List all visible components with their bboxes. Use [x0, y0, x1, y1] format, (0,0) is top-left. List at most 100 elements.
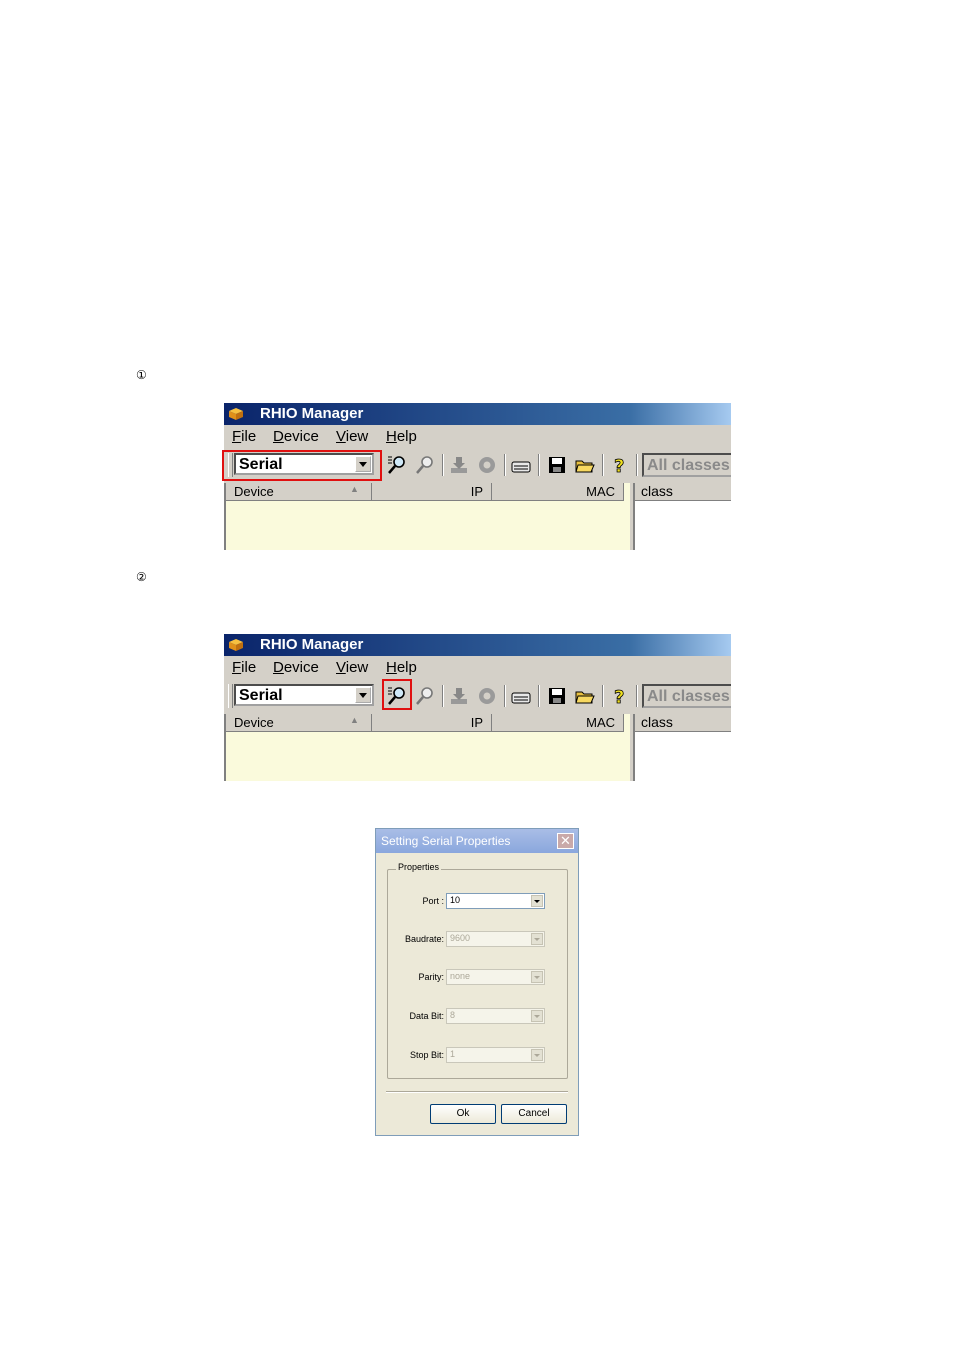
- find-icon[interactable]: [414, 454, 436, 476]
- column-header-device[interactable]: Device ▲: [226, 714, 372, 732]
- dialog-title: Setting Serial Properties: [381, 834, 511, 848]
- class-filter-combo[interactable]: All classes: [642, 684, 731, 708]
- class-filter-combo[interactable]: All classes: [642, 453, 731, 477]
- properties-group: Properties Port : 10 Baudrate: 9600 Pari…: [387, 862, 568, 1079]
- device-list[interactable]: Device ▲ IP MAC: [224, 714, 630, 781]
- properties-group-label: Properties: [396, 862, 442, 872]
- window-title: RHIO Manager: [260, 636, 364, 653]
- class-list[interactable]: class: [630, 483, 731, 550]
- parity-label: Parity:: [418, 972, 444, 982]
- svg-text:?: ?: [614, 687, 624, 707]
- rhio-manager-window-2: RHIO Manager File Device View Help Seria…: [224, 634, 731, 781]
- dialog-separator: [386, 1091, 568, 1093]
- column-header-mac[interactable]: MAC: [492, 714, 624, 732]
- highlight-connection-combo: [222, 450, 382, 481]
- toolbar-separator: [602, 454, 604, 476]
- parity-value: none: [450, 971, 471, 981]
- stop-bit-label: Stop Bit:: [409, 1050, 444, 1060]
- port-label: Port :: [422, 896, 444, 906]
- menu-device[interactable]: Device: [273, 428, 319, 445]
- menu-bar: File Device View Help: [224, 425, 731, 447]
- open-folder-icon[interactable]: [574, 685, 596, 707]
- data-bit-value: 8: [450, 1010, 456, 1020]
- column-header-device[interactable]: Device ▲: [226, 483, 372, 501]
- data-bit-label: Data Bit:: [409, 1011, 444, 1021]
- toolbar-separator: [442, 454, 444, 476]
- find-icon[interactable]: [414, 685, 436, 707]
- toolbar-separator: [636, 454, 638, 476]
- sort-up-icon: ▲: [350, 715, 359, 725]
- close-icon[interactable]: ✕: [557, 833, 574, 849]
- menu-help[interactable]: Help: [386, 428, 417, 445]
- class-filter-value: All classes: [647, 457, 730, 474]
- chevron-down-icon[interactable]: [531, 895, 543, 907]
- menu-view[interactable]: View: [336, 428, 368, 445]
- toolbar-grip[interactable]: [228, 684, 233, 708]
- column-header-ip[interactable]: IP: [372, 483, 492, 501]
- chevron-down-icon: [531, 1049, 543, 1061]
- column-device-label: Device: [234, 484, 274, 499]
- help-icon[interactable]: ?: [608, 685, 630, 707]
- chevron-down-icon: [531, 971, 543, 983]
- download-icon[interactable]: [448, 685, 470, 707]
- svg-text:?: ?: [614, 456, 624, 476]
- stop-bit-select: 1: [446, 1047, 545, 1063]
- column-class-label: class: [641, 483, 673, 499]
- column-header-ip[interactable]: IP: [372, 714, 492, 732]
- app-icon: [229, 639, 243, 651]
- device-icon[interactable]: [510, 685, 532, 707]
- toolbar-separator: [602, 685, 604, 707]
- baudrate-select: 9600: [446, 931, 545, 947]
- device-list[interactable]: Device ▲ IP MAC: [224, 483, 630, 550]
- toolbar-separator: [442, 685, 444, 707]
- serial-properties-dialog: Setting Serial Properties ✕ Properties P…: [375, 828, 579, 1136]
- dialog-title-bar: Setting Serial Properties ✕: [376, 829, 578, 853]
- title-bar: RHIO Manager: [224, 403, 731, 425]
- baudrate-label: Baudrate:: [404, 934, 444, 944]
- column-class-label: class: [641, 714, 673, 730]
- menu-file[interactable]: File: [232, 428, 256, 445]
- refresh-icon[interactable]: [476, 685, 498, 707]
- refresh-icon[interactable]: [476, 454, 498, 476]
- highlight-search-button: [382, 679, 412, 710]
- parity-select: none: [446, 969, 545, 985]
- column-mac-label: MAC: [586, 715, 615, 730]
- app-icon: [229, 408, 243, 420]
- class-filter-value: All classes: [647, 688, 730, 705]
- baudrate-value: 9600: [450, 933, 471, 943]
- column-header-class[interactable]: class: [635, 714, 731, 732]
- help-icon[interactable]: ?: [608, 454, 630, 476]
- menu-help[interactable]: Help: [386, 659, 417, 676]
- connection-type-value: Serial: [239, 687, 283, 704]
- toolbar-separator: [504, 454, 506, 476]
- menu-device[interactable]: Device: [273, 659, 319, 676]
- cancel-button[interactable]: Cancel: [501, 1104, 567, 1124]
- title-bar: RHIO Manager: [224, 634, 731, 656]
- class-list[interactable]: class: [630, 714, 731, 781]
- data-bit-select: 8: [446, 1008, 545, 1024]
- column-device-label: Device: [234, 715, 274, 730]
- save-icon[interactable]: [546, 685, 568, 707]
- column-header-mac[interactable]: MAC: [492, 483, 624, 501]
- toolbar-separator: [538, 685, 540, 707]
- ok-button[interactable]: Ok: [430, 1104, 496, 1124]
- menu-file[interactable]: File: [232, 659, 256, 676]
- column-ip-label: IP: [470, 484, 483, 499]
- toolbar-separator: [504, 685, 506, 707]
- stop-bit-value: 1: [450, 1049, 456, 1059]
- column-header-class[interactable]: class: [635, 483, 731, 501]
- open-folder-icon[interactable]: [574, 454, 596, 476]
- connection-type-combo[interactable]: Serial: [234, 684, 374, 706]
- chevron-down-icon: [531, 1010, 543, 1022]
- step-number-2: ②: [136, 570, 147, 584]
- chevron-down-icon[interactable]: [355, 687, 371, 703]
- menu-view[interactable]: View: [336, 659, 368, 676]
- port-select[interactable]: 10: [446, 893, 545, 909]
- device-icon[interactable]: [510, 454, 532, 476]
- download-icon[interactable]: [448, 454, 470, 476]
- save-icon[interactable]: [546, 454, 568, 476]
- search-device-icon[interactable]: [386, 454, 408, 476]
- step-number-1: ①: [136, 368, 147, 382]
- toolbar: Serial ? All classes: [224, 678, 731, 714]
- toolbar-separator: [636, 685, 638, 707]
